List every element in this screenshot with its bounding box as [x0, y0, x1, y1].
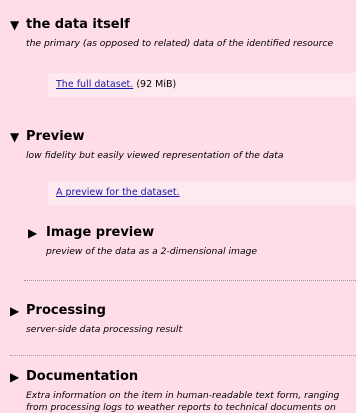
section-processing-toggle[interactable]: ▶ Processing	[10, 303, 348, 319]
triangle-down-icon: ▼	[10, 18, 20, 32]
section-data-itself: ▼ the data itself the primary (as oppose…	[0, 0, 356, 50]
section-title: Preview	[26, 128, 85, 144]
section-title: the data itself	[26, 17, 130, 32]
full-dataset-link-box: The full dataset. (92 MiB)	[48, 72, 356, 97]
full-dataset-link[interactable]: The full dataset.	[56, 79, 133, 90]
triangle-down-icon: ▼	[10, 129, 20, 144]
section-documentation-toggle[interactable]: ▶ Documentation	[10, 369, 348, 385]
section-documentation: ▶ Documentation Extra information on the…	[0, 356, 356, 413]
section-title: Documentation	[26, 369, 139, 384]
section-processing: ▶ Processing server-side data processing…	[0, 281, 356, 336]
datalink-panel: ▼ the data itself the primary (as oppose…	[0, 0, 356, 413]
section-title: Image preview	[46, 225, 155, 240]
section-description: the primary (as opposed to related) data…	[26, 38, 334, 49]
section-data-itself-toggle[interactable]: ▼ the data itself	[10, 17, 348, 33]
preview-link[interactable]: A preview for the dataset.	[56, 187, 180, 198]
section-description: low fidelity but easily viewed represent…	[26, 149, 284, 161]
section-description: preview of the data as a 2-dimensional i…	[46, 246, 258, 257]
section-description: Extra information on the item in human-r…	[26, 390, 340, 413]
section-description: server-side data processing result	[26, 323, 183, 335]
section-image-preview-toggle[interactable]: ▶ Image preview	[28, 225, 348, 241]
preview-link-box: A preview for the dataset.	[48, 181, 356, 205]
section-preview: ▼ Preview low fidelity but easily viewed…	[0, 97, 356, 162]
section-preview-toggle[interactable]: ▼ Preview	[10, 129, 348, 145]
section-image-preview: ▶ Image preview preview of the data as a…	[0, 205, 356, 258]
triangle-right-icon: ▶	[28, 226, 38, 240]
triangle-right-icon: ▶	[10, 303, 20, 318]
file-size: (92 MiB)	[136, 78, 177, 90]
section-title: Processing	[26, 302, 106, 318]
triangle-right-icon: ▶	[10, 370, 20, 384]
